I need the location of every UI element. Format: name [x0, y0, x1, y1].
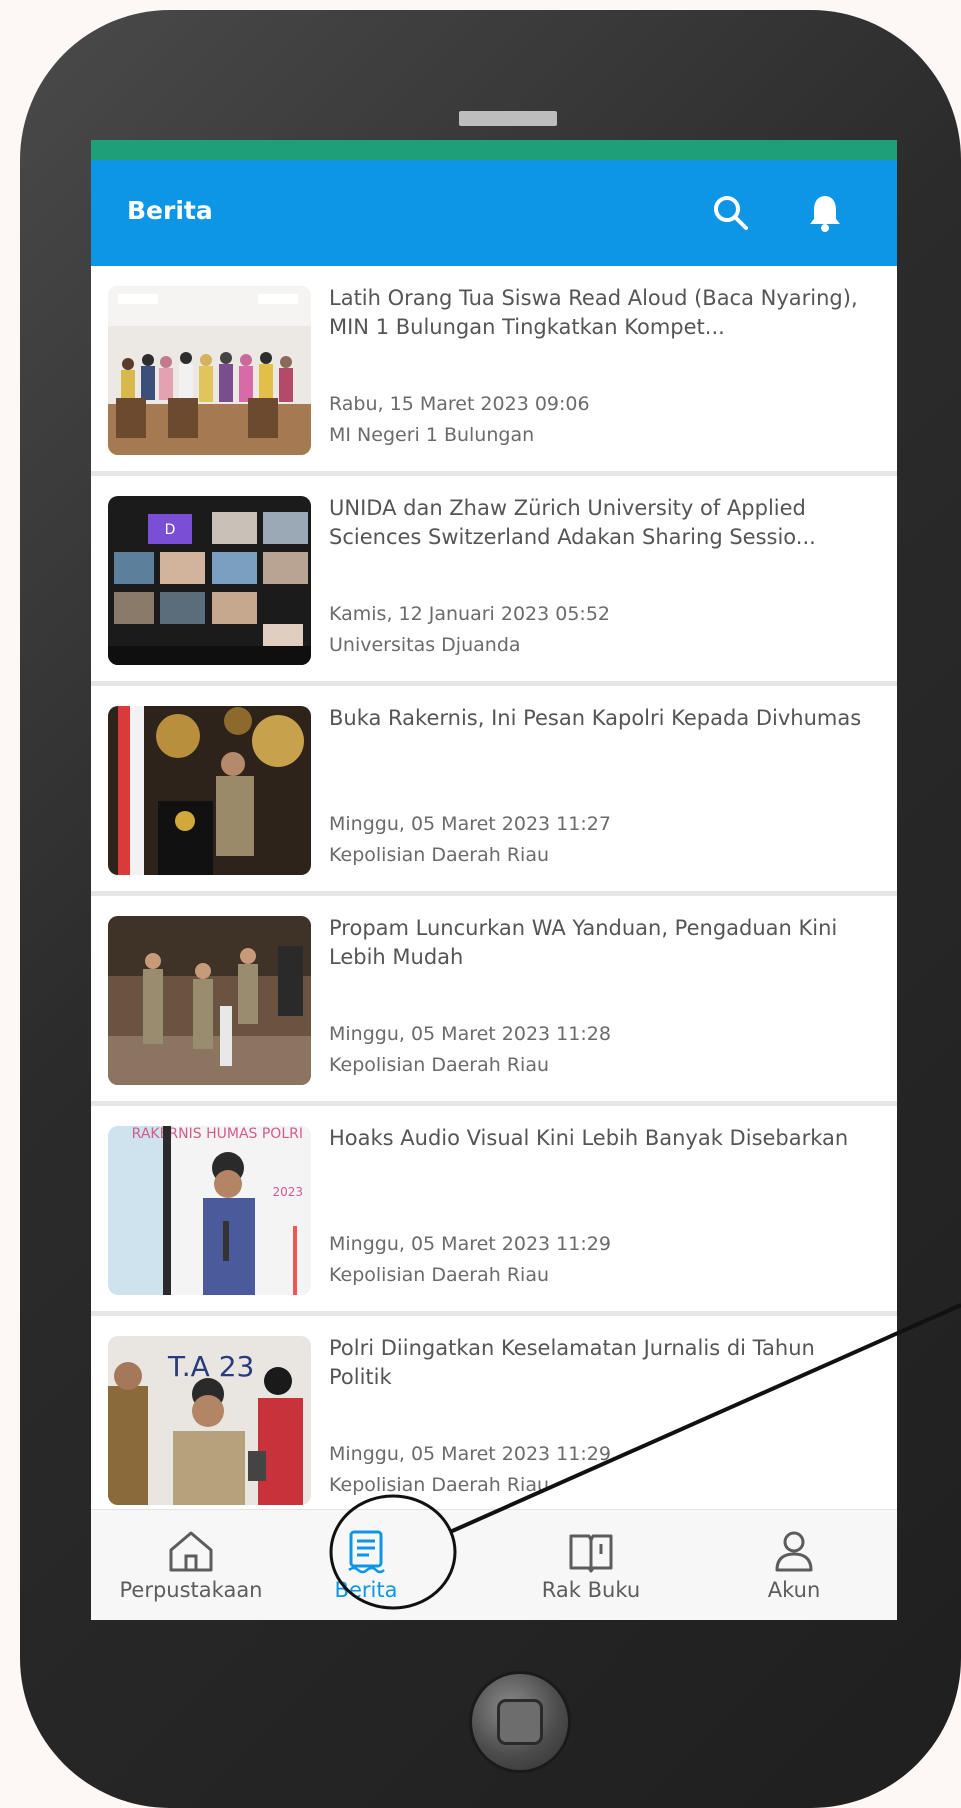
- news-item[interactable]: Latih Orang Tua Siswa Read Aloud (Baca N…: [91, 266, 897, 471]
- nav-item-rak-buku[interactable]: Rak Buku: [491, 1510, 691, 1620]
- app-screen: Berita Latih Orang Tua Siswa Read Aloud …: [91, 140, 897, 1620]
- news-thumbnail: [108, 706, 311, 875]
- news-title: Polri Diingatkan Keselamatan Jurnalis di…: [329, 1336, 815, 1389]
- news-thumbnail: T.A 23: [108, 1336, 311, 1505]
- news-date: Minggu, 05 Maret 2023 11:28: [329, 1023, 611, 1045]
- banner-text: T.A 23: [167, 1350, 254, 1383]
- meeting-tile-letter: D: [165, 522, 176, 538]
- news-thumbnail: D: [108, 496, 311, 665]
- book-icon: [569, 1534, 613, 1573]
- nav-label: Perpustakaan: [119, 1578, 263, 1602]
- nav-label: Akun: [767, 1578, 821, 1602]
- news-source: Kepolisian Daerah Riau: [329, 1474, 550, 1496]
- home-button[interactable]: [472, 1674, 568, 1770]
- bell-icon[interactable]: [802, 190, 848, 236]
- news-date: Kamis, 12 Januari 2023 05:52: [329, 603, 611, 625]
- news-source: Kepolisian Daerah Riau: [329, 1264, 550, 1286]
- news-source: Kepolisian Daerah Riau: [329, 844, 550, 866]
- news-item[interactable]: Buka Rakernis, Ini Pesan Kapolri Kepada …: [91, 686, 897, 891]
- news-date: Minggu, 05 Maret 2023 11:29: [329, 1443, 611, 1465]
- news-source: Universitas Djuanda: [329, 634, 521, 656]
- banner-text: RAKERNIS HUMAS POLRI: [132, 1126, 303, 1142]
- news-date: Rabu, 15 Maret 2023 09:06: [329, 393, 590, 415]
- nav-label: Rak Buku: [541, 1578, 641, 1602]
- news-item[interactable]: Propam Luncurkan WA Yanduan, Pengaduan K…: [91, 896, 897, 1101]
- home-icon: [169, 1531, 213, 1572]
- user-icon: [775, 1531, 813, 1572]
- home-button-square: [497, 1699, 543, 1745]
- news-title: Latih Orang Tua Siswa Read Aloud (Baca N…: [329, 286, 858, 339]
- page-title: Berita: [127, 196, 213, 225]
- news-thumbnail: [108, 286, 311, 455]
- search-icon[interactable]: [708, 190, 754, 236]
- news-icon: [348, 1530, 385, 1574]
- phone-speaker: [459, 111, 557, 126]
- news-list: Latih Orang Tua Siswa Read Aloud (Baca N…: [91, 266, 897, 1521]
- news-source: MI Negeri 1 Bulungan: [329, 424, 535, 446]
- banner-year: 2023: [272, 1185, 303, 1199]
- news-item[interactable]: T.A 23 Polri Diingatkan Keselamatan Jurn…: [91, 1316, 897, 1521]
- news-thumbnail: RAKERNIS HUMAS POLRI 2023: [108, 1126, 311, 1295]
- nav-item-berita[interactable]: Berita: [291, 1510, 441, 1620]
- news-title: Buka Rakernis, Ini Pesan Kapolri Kepada …: [329, 706, 862, 730]
- nav-item-akun[interactable]: Akun: [691, 1510, 897, 1620]
- nav-label: Berita: [334, 1578, 398, 1602]
- news-date: Minggu, 05 Maret 2023 11:27: [329, 813, 611, 835]
- news-source: Kepolisian Daerah Riau: [329, 1054, 550, 1076]
- news-title: UNIDA dan Zhaw Zürich University of Appl…: [329, 496, 816, 549]
- news-item[interactable]: D UNIDA dan Zhaw Zürich University of Ap…: [91, 476, 897, 681]
- news-date: Minggu, 05 Maret 2023 11:29: [329, 1233, 611, 1255]
- news-title: Propam Luncurkan WA Yanduan, Pengaduan K…: [329, 916, 838, 969]
- news-title: Hoaks Audio Visual Kini Lebih Banyak Dis…: [329, 1126, 849, 1150]
- app-bar: Berita: [91, 160, 897, 266]
- nav-item-perpustakaan[interactable]: Perpustakaan: [91, 1510, 291, 1620]
- bottom-navigation: Perpustakaan Berita Rak Buku Akun: [91, 1509, 897, 1620]
- status-bar: [91, 140, 897, 160]
- news-thumbnail: [108, 916, 311, 1085]
- news-item[interactable]: RAKERNIS HUMAS POLRI 2023 Hoaks Audio Vi…: [91, 1106, 897, 1311]
